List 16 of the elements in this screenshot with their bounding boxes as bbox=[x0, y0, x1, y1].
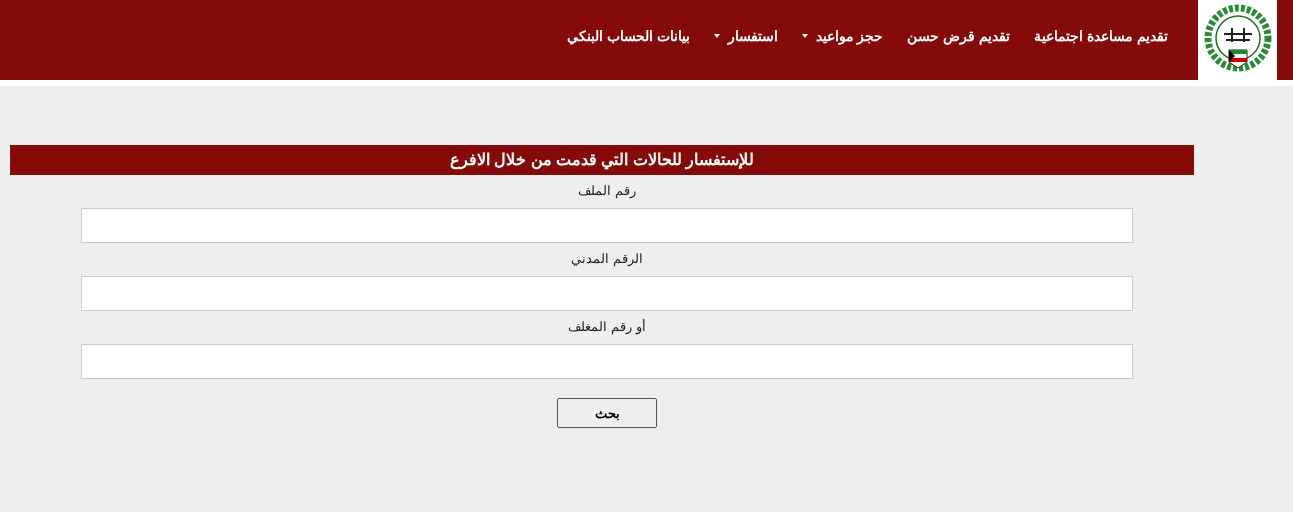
caret-icon bbox=[801, 33, 808, 38]
input-field[interactable] bbox=[81, 344, 1133, 379]
caret-icon bbox=[713, 33, 720, 38]
search-button[interactable]: بحث bbox=[557, 398, 657, 428]
nav-link[interactable]: بيانات الحساب البنكي bbox=[566, 27, 690, 44]
nav-link[interactable]: تقديم قرض حسن bbox=[907, 27, 1011, 44]
field-label: الرقم المدني bbox=[571, 251, 643, 266]
nav-link[interactable]: حجز مواعيد bbox=[801, 27, 884, 44]
logo-icon bbox=[1198, 0, 1277, 80]
nav-link[interactable]: تقديم مساعدة اجتماعية bbox=[1034, 27, 1168, 44]
input-field[interactable] bbox=[81, 208, 1133, 243]
form-title: للإستفسار للحالات التي قدمت من خلال الافرع bbox=[10, 145, 1194, 175]
field-label: أو رقم المغلف bbox=[568, 319, 646, 334]
nav-link[interactable]: استفسار bbox=[713, 27, 778, 44]
field-label: رقم الملف bbox=[578, 183, 636, 198]
input-field[interactable] bbox=[81, 276, 1133, 311]
